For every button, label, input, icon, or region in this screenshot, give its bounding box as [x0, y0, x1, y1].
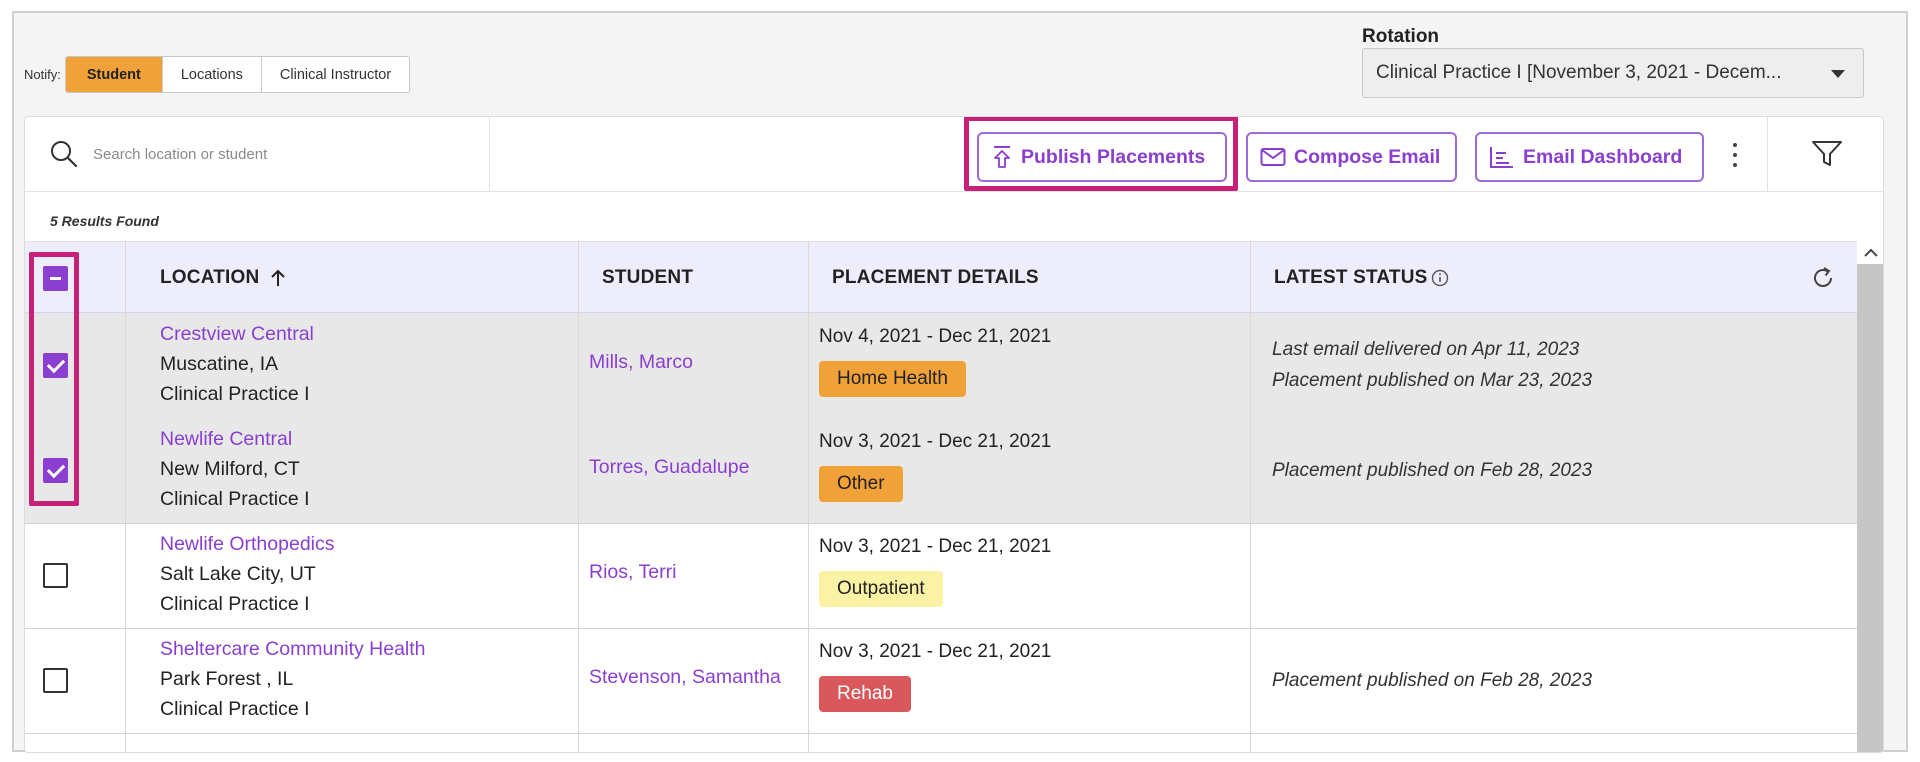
location-cell: Newlife Orthopedics Salt Lake City, UT C… — [160, 523, 335, 629]
notify-label: Notify: — [24, 67, 61, 82]
rotation-label: Rotation — [1362, 26, 1440, 47]
placement-type-badge: Outpatient — [819, 571, 943, 607]
row-checkbox[interactable] — [43, 353, 68, 378]
placement-dates: Nov 4, 2021 - Dec 21, 2021 — [819, 326, 1052, 347]
search-box — [25, 117, 490, 191]
publish-placements-label: Publish Placements — [1021, 145, 1206, 168]
more-options-icon[interactable] — [1725, 139, 1745, 171]
status-line: Placement published on Feb 28, 2023 — [1272, 670, 1593, 691]
latest-status: Last email delivered on Apr 11, 2023 Plac… — [1272, 334, 1592, 396]
location-course: Clinical Practice I — [160, 593, 310, 615]
caret-down-icon — [1831, 70, 1845, 78]
location-link[interactable]: Sheltercare Community Health — [160, 634, 426, 664]
placement-type-badge: Home Health — [819, 361, 966, 397]
location-link[interactable]: Crestview Central — [160, 319, 314, 349]
location-cell: Sheltercare Community Health Park Forest… — [160, 628, 426, 734]
location-course: Clinical Practice I — [160, 698, 310, 720]
location-city: Park Forest , IL — [160, 668, 294, 690]
column-header-student[interactable]: STUDENT — [602, 242, 693, 314]
placement-dates: Nov 3, 2021 - Dec 21, 2021 — [819, 536, 1052, 557]
email-dashboard-label: Email Dashboard — [1523, 145, 1683, 168]
status-line: Last email delivered on Apr 11, 2023 — [1272, 339, 1580, 360]
student-link[interactable]: Rios, Terri — [589, 561, 676, 584]
compose-email-button[interactable]: Compose Email — [1246, 132, 1457, 182]
latest-status-header-label: LATEST STATUS — [1274, 267, 1428, 288]
table-header-row: LOCATION STUDENT PLACEMENT DETAILS LATES… — [25, 241, 1857, 313]
rotation-select[interactable]: Clinical Practice I [November 3, 2021 - … — [1362, 48, 1864, 98]
row-checkbox[interactable] — [43, 668, 68, 693]
student-link[interactable]: Stevenson, Samantha — [589, 666, 781, 689]
placement-dates: Nov 3, 2021 - Dec 21, 2021 — [819, 431, 1052, 452]
table-row[interactable]: Newlife Orthopedics Salt Lake City, UT C… — [25, 523, 1857, 629]
notify-segmented-control: Student Locations Clinical Instructor — [64, 56, 411, 93]
results-count: 5 Results Found — [50, 213, 159, 229]
sort-arrow-up-icon — [271, 269, 286, 286]
app-frame: Notify: Student Locations Clinical Instr… — [12, 11, 1908, 753]
location-city: Muscatine, IA — [160, 353, 279, 375]
placements-panel: Publish Placements Compose Email Email D… — [24, 116, 1884, 753]
toolbar: Publish Placements Compose Email Email D… — [25, 117, 1883, 192]
compose-email-label: Compose Email — [1294, 145, 1441, 168]
column-header-location[interactable]: LOCATION — [160, 242, 287, 314]
email-dashboard-button[interactable]: Email Dashboard — [1475, 132, 1704, 182]
select-all-checkbox[interactable] — [43, 266, 68, 291]
publish-placements-button[interactable]: Publish Placements — [977, 132, 1227, 182]
location-link[interactable]: Newlife Orthopedics — [160, 529, 335, 559]
column-divider — [125, 241, 126, 752]
student-link[interactable]: Mills, Marco — [589, 351, 693, 374]
info-icon[interactable] — [1431, 269, 1449, 287]
status-line: Placement published on Feb 28, 2023 — [1272, 460, 1593, 481]
column-header-latest-status[interactable]: LATEST STATUS — [1274, 242, 1449, 314]
column-divider — [578, 241, 579, 752]
filter-button[interactable] — [1767, 117, 1883, 191]
location-course: Clinical Practice I — [160, 383, 310, 405]
scroll-up-arrow-icon[interactable] — [1863, 247, 1879, 259]
dashboard-chart-icon — [1490, 147, 1513, 168]
latest-status: Placement published on Feb 28, 2023 — [1272, 665, 1592, 696]
placement-type-badge: Other — [819, 466, 903, 502]
row-checkbox[interactable] — [43, 563, 68, 588]
search-icon — [51, 141, 78, 168]
search-input[interactable] — [93, 145, 453, 163]
location-header-label: LOCATION — [160, 267, 260, 288]
notify-bar: Notify: Student Locations Clinical Instr… — [24, 56, 411, 93]
location-course: Clinical Practice I — [160, 488, 310, 510]
placement-dates: Nov 3, 2021 - Dec 21, 2021 — [819, 641, 1052, 662]
status-line: Placement published on Mar 23, 2023 — [1272, 370, 1593, 391]
student-link[interactable]: Torres, Guadalupe — [589, 456, 749, 479]
column-divider — [808, 241, 809, 752]
table-row[interactable]: Sheltercare Community Health Park Forest… — [25, 628, 1857, 734]
location-city: New Milford, CT — [160, 458, 300, 480]
notify-option-student[interactable]: Student — [65, 57, 163, 92]
upload-icon — [994, 146, 1010, 168]
column-header-placement-details[interactable]: PLACEMENT DETAILS — [832, 242, 1039, 314]
notify-option-locations[interactable]: Locations — [163, 57, 262, 92]
latest-status: Placement published on Feb 28, 2023 — [1272, 455, 1592, 486]
table-row[interactable]: Newlife Central New Milford, CT Clinical… — [25, 418, 1857, 524]
location-link[interactable]: Newlife Central — [160, 424, 310, 454]
location-city: Salt Lake City, UT — [160, 563, 316, 585]
refresh-icon[interactable] — [1809, 264, 1837, 292]
notify-option-clinical-instructor[interactable]: Clinical Instructor — [262, 57, 409, 92]
column-divider — [1250, 241, 1251, 752]
placement-type-badge: Rehab — [819, 676, 911, 712]
envelope-icon — [1260, 148, 1286, 166]
row-checkbox[interactable] — [43, 458, 68, 483]
table-row[interactable]: Crestview Central Muscatine, IA Clinical… — [25, 313, 1857, 419]
scrollbar-thumb[interactable] — [1857, 264, 1883, 752]
rotation-selected-value: Clinical Practice I [November 3, 2021 - … — [1376, 62, 1782, 83]
location-cell: Newlife Central New Milford, CT Clinical… — [160, 418, 310, 524]
filter-icon — [1811, 141, 1842, 166]
location-cell: Crestview Central Muscatine, IA Clinical… — [160, 313, 314, 419]
